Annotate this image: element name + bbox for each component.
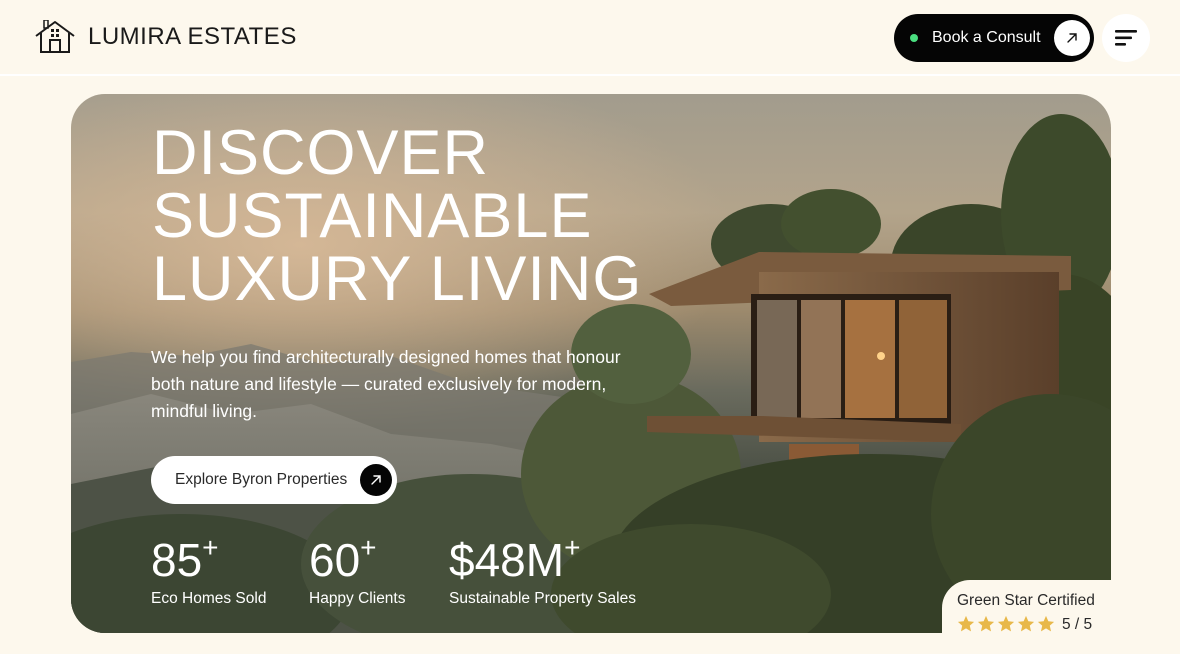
explore-properties-button[interactable]: Explore Byron Properties bbox=[151, 456, 397, 504]
star-icon bbox=[957, 615, 975, 632]
explore-properties-label: Explore Byron Properties bbox=[175, 471, 348, 488]
badge-score: 5 / 5 bbox=[1062, 616, 1093, 633]
house-icon bbox=[35, 20, 75, 53]
status-dot bbox=[910, 34, 918, 42]
star-icon bbox=[1017, 615, 1035, 632]
badge-title: Green Star Certified bbox=[957, 592, 1095, 609]
stat-property-sales: $48M+ Sustainable Property Sales bbox=[449, 532, 636, 608]
star-rating bbox=[957, 615, 1055, 633]
stat-label: Eco Homes Sold bbox=[151, 590, 267, 607]
menu-icon bbox=[1115, 30, 1137, 46]
star-icon bbox=[997, 615, 1015, 632]
menu-button[interactable] bbox=[1102, 14, 1150, 62]
brand-logo[interactable]: LUMIRA ESTATES bbox=[34, 20, 297, 54]
stat-value: 85+ bbox=[151, 532, 219, 586]
arrow-up-right-icon bbox=[1054, 20, 1090, 56]
book-consult-label: Book a Consult bbox=[932, 29, 1041, 46]
certification-badge: Green Star Certified 5 / 5 bbox=[942, 580, 1122, 636]
stat-value: $48M+ bbox=[449, 532, 581, 586]
stat-value: 60+ bbox=[309, 532, 377, 586]
hero-title: DISCOVER SUSTAINABLE LUXURY LIVING bbox=[152, 118, 643, 314]
stat-label: Happy Clients bbox=[309, 590, 406, 607]
brand-name: LUMIRA ESTATES bbox=[88, 23, 297, 50]
book-consult-button[interactable]: Book a Consult bbox=[894, 14, 1094, 62]
star-icon bbox=[1037, 615, 1055, 632]
stat-happy-clients: 60+ Happy Clients bbox=[309, 532, 406, 608]
star-icon bbox=[977, 615, 995, 632]
arrow-up-right-icon bbox=[360, 464, 392, 496]
site-header: LUMIRA ESTATES Book a Consult bbox=[0, 0, 1180, 76]
hero-description: We help you find architecturally designe… bbox=[151, 347, 621, 421]
stat-eco-homes: 85+ Eco Homes Sold bbox=[151, 532, 267, 608]
hero-banner: DISCOVER SUSTAINABLE LUXURY LIVING We he… bbox=[71, 94, 1111, 633]
stat-label: Sustainable Property Sales bbox=[449, 590, 636, 607]
